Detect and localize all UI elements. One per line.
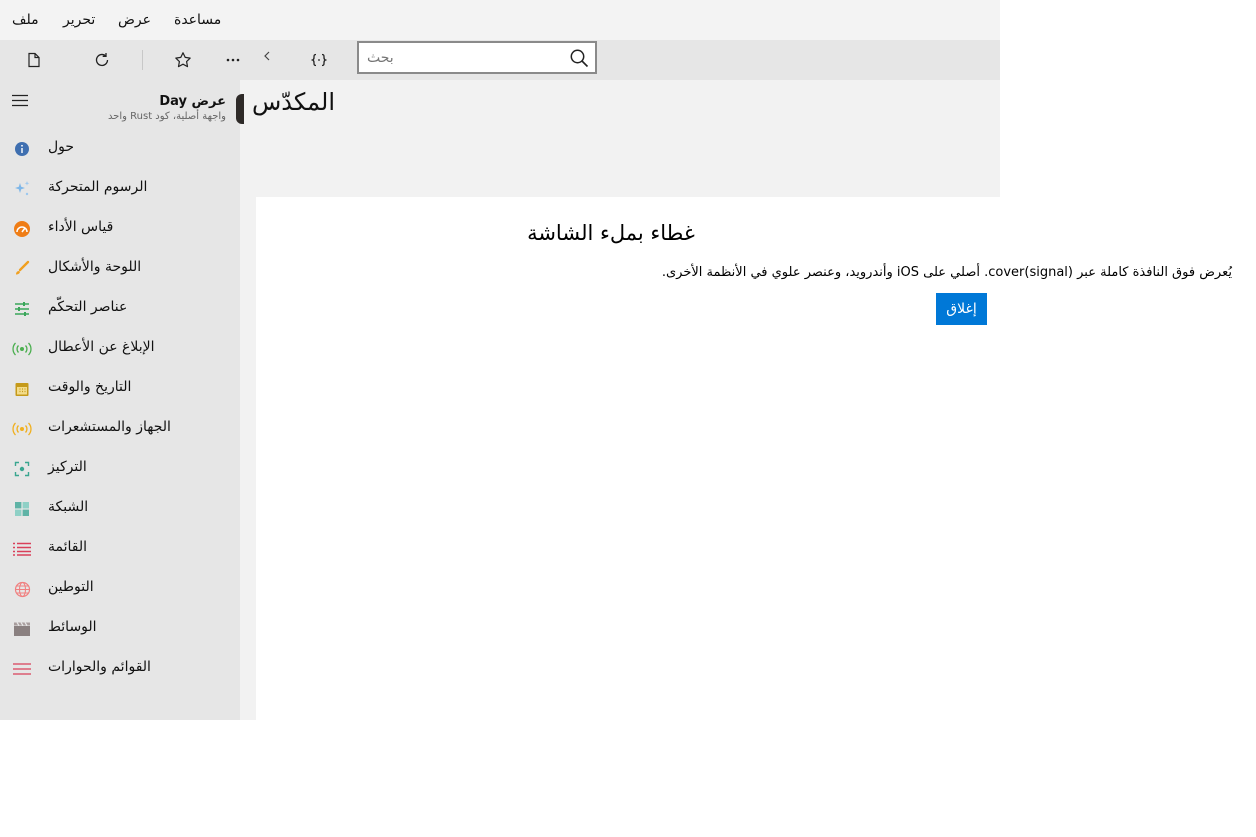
new-page-button[interactable] (14, 40, 54, 80)
menu-file[interactable]: ملف (12, 12, 39, 28)
sidebar-item-label: التاريخ والوقت (48, 379, 132, 395)
sparkle-icon (15, 181, 30, 196)
back-button[interactable] (247, 36, 287, 76)
star-icon (175, 52, 191, 68)
sidebar-item-crash-reporting[interactable]: الإبلاغ عن الأعطال (0, 329, 240, 369)
sidebar-item-media[interactable]: الوسائط (0, 609, 240, 649)
app-title: عرض Day (159, 94, 226, 109)
calendar-icon (15, 383, 29, 396)
sidebar-item-localization[interactable]: التوطين (0, 569, 240, 609)
list-icon (13, 542, 31, 556)
sidebar-item-canvas[interactable]: اللوحة والأشكال (0, 249, 240, 289)
search-box (357, 41, 597, 74)
menu-bar: ملف تحرير عرض مساعدة (0, 0, 1000, 40)
sidebar-item-device-sensors[interactable]: الجهاز والمستشعرات (0, 409, 240, 449)
sidebar-item-about[interactable]: حول (0, 129, 240, 169)
refresh-icon (95, 53, 109, 67)
sidebar-item-label: القائمة (48, 539, 87, 555)
sidebar-item-list[interactable]: القائمة (0, 529, 240, 569)
search-input[interactable] (359, 43, 559, 72)
sidebar-item-animations[interactable]: الرسوم المتحركة (0, 169, 240, 209)
overlay-title: غطاء بملء الشاشة (527, 221, 695, 245)
code-button[interactable] (299, 40, 339, 80)
sidebar-item-date-time[interactable]: التاريخ والوقت (0, 369, 240, 409)
sidebar-item-menus-dialogs[interactable]: القوائم والحوارات (0, 649, 240, 689)
sidebar-item-label: حول (48, 139, 75, 155)
overlay-description: يُعرض فوق النافذة كاملة عبر cover(signal… (661, 265, 1232, 280)
hamburger-button[interactable] (8, 88, 32, 112)
sidebar-item-benchmark[interactable]: قياس الأداء (0, 209, 240, 249)
sidebar-item-label: اللوحة والأشكال (48, 259, 142, 275)
sidebar-item-label: التركيز (48, 459, 87, 475)
globe-icon (14, 581, 30, 597)
sidebar-item-focus[interactable]: التركيز (0, 449, 240, 489)
menu-lines-icon (13, 663, 31, 675)
more-icon (226, 58, 240, 62)
menu-edit[interactable]: تحرير (63, 12, 95, 28)
sidebar-nav: حول الرسوم المتحركة قياس الأداء اللوحة و… (0, 129, 240, 689)
menu-view[interactable]: عرض (118, 12, 151, 28)
fullscreen-cover-overlay: غطاء بملء الشاشة يُعرض فوق النافذة كاملة… (256, 197, 1256, 837)
chevron-left-icon (264, 51, 270, 61)
sidebar-item-label: عناصر التحكّم (48, 299, 128, 315)
sidebar-item-grid[interactable]: الشبكة (0, 489, 240, 529)
focus-icon (14, 461, 30, 477)
gauge-icon (14, 221, 30, 237)
app-subtitle: واجهة أصلية، كود Rust واحد (107, 111, 226, 122)
refresh-button[interactable] (82, 40, 122, 80)
sidebar-item-label: الرسوم المتحركة (48, 179, 148, 195)
sensor-icon (12, 422, 32, 436)
sidebar-item-label: الشبكة (48, 499, 89, 515)
app-logo (236, 94, 244, 124)
sidebar-item-label: الجهاز والمستشعرات (48, 419, 171, 435)
document-icon (28, 52, 40, 68)
broadcast-icon (12, 342, 32, 356)
sidebar: عرض Day واجهة أصلية، كود Rust واحد حول ا… (0, 80, 244, 720)
braces-icon (311, 53, 327, 67)
sidebar-item-label: قياس الأداء (48, 219, 114, 235)
sidebar-item-label: الوسائط (48, 619, 97, 635)
grid-icon (15, 502, 29, 516)
brush-icon (16, 260, 30, 275)
toolbar (0, 40, 1000, 80)
favorite-button[interactable] (163, 40, 203, 80)
hamburger-icon (12, 94, 28, 106)
page-title: المكدّس (252, 88, 336, 116)
menu-help[interactable]: مساعدة (174, 12, 221, 28)
sliders-icon (15, 302, 29, 316)
sidebar-item-controls[interactable]: عناصر التحكّم (0, 289, 240, 329)
sidebar-item-label: التوطين (48, 579, 94, 595)
close-button[interactable]: إغلاق (936, 293, 987, 325)
search-icon[interactable] (569, 48, 589, 68)
info-icon (15, 142, 29, 156)
clapper-icon (14, 622, 30, 636)
sidebar-item-label: الإبلاغ عن الأعطال (48, 339, 155, 355)
sidebar-item-label: القوائم والحوارات (48, 659, 151, 675)
toolbar-separator (142, 50, 143, 70)
